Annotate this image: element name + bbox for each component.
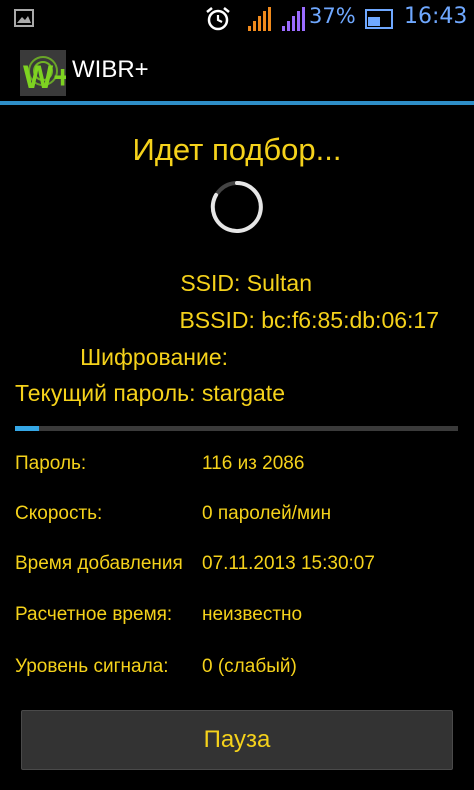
image-icon <box>14 9 34 27</box>
progress-bar <box>15 426 458 431</box>
pause-button[interactable]: Пауза <box>21 710 453 770</box>
alarm-icon <box>206 7 230 31</box>
signal-level-label: Уровень сигнала: <box>15 656 169 677</box>
status-bar: 37% 16:43 <box>0 0 474 38</box>
current-password-line: Текущий пароль: stargate <box>15 380 285 406</box>
speed-label: Скорость: <box>15 503 103 524</box>
bssid-line: BSSID: bc:f6:85:db:06:17 <box>179 307 439 333</box>
svg-text:W+: W+ <box>23 59 66 95</box>
app-title: WIBR+ <box>72 56 149 83</box>
signal-icon <box>248 7 271 31</box>
ssid-line: SSID: Sultan <box>180 270 312 296</box>
clock: 16:43 <box>404 4 468 29</box>
added-time-value: 07.11.2013 15:30:07 <box>202 553 375 574</box>
app-logo-icon[interactable]: W+ <box>20 50 66 96</box>
password-value: 116 из 2086 <box>202 453 305 474</box>
estimated-time-value: неизвестно <box>202 604 303 625</box>
speed-value: 0 паролей/мин <box>202 503 332 524</box>
signal-level-value: 0 (слабый) <box>202 656 297 677</box>
progress-bar-fill <box>15 426 40 431</box>
added-time-label: Время добавления <box>15 553 183 574</box>
status-title: Идет подбор... <box>132 132 342 167</box>
loading-spinner-icon <box>210 181 263 233</box>
signal-icon <box>282 7 305 31</box>
action-bar-divider <box>0 101 474 105</box>
encryption-line: Шифрование: <box>80 344 228 370</box>
estimated-time-label: Расчетное время: <box>15 604 173 625</box>
cast-icon <box>365 9 393 29</box>
battery-percent: 37% <box>309 4 356 28</box>
password-label: Пароль: <box>15 453 87 474</box>
